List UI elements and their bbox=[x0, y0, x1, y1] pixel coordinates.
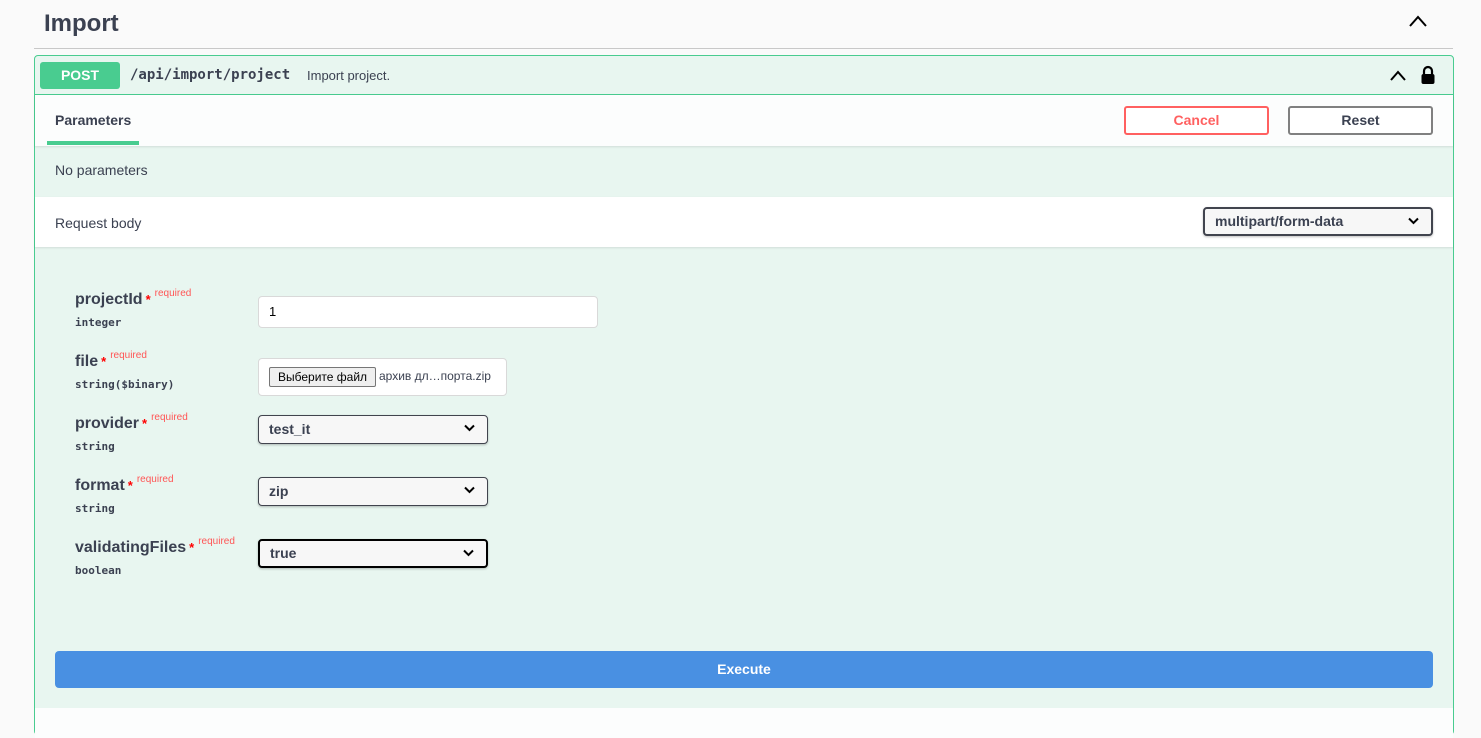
request-body-label: Request body bbox=[55, 215, 142, 231]
tab-parameters[interactable]: Parameters bbox=[55, 112, 131, 128]
tag-title[interactable]: Import bbox=[44, 10, 119, 38]
chevron-up-icon[interactable] bbox=[1389, 69, 1407, 81]
required-label: required bbox=[198, 536, 235, 547]
operation-block: POST /api/import/project Import project.… bbox=[34, 55, 1454, 738]
cancel-button[interactable]: Cancel bbox=[1124, 106, 1269, 135]
required-star: * bbox=[189, 540, 195, 555]
provider-select[interactable]: test_it bbox=[258, 415, 488, 444]
operation-description: Import project. bbox=[307, 68, 391, 83]
param-name-projectId: projectId * required bbox=[75, 288, 192, 309]
param-type: integer bbox=[75, 316, 122, 329]
chevron-up-icon[interactable] bbox=[1408, 14, 1428, 28]
chevron-down-icon bbox=[463, 549, 474, 557]
request-body-header: Request body multipart/form-data bbox=[35, 197, 1453, 247]
projectId-input[interactable]: 1 bbox=[258, 296, 598, 328]
required-star: * bbox=[127, 478, 133, 493]
active-tab-indicator bbox=[47, 141, 139, 145]
selected-value: zip bbox=[269, 483, 289, 499]
reset-button[interactable]: Reset bbox=[1288, 106, 1433, 135]
lock-icon[interactable] bbox=[1420, 65, 1436, 85]
required-star: * bbox=[101, 354, 107, 369]
param-name: projectId bbox=[75, 291, 143, 308]
selected-value: multipart/form-data bbox=[1215, 213, 1344, 229]
file-name: архив дл…порта.zip bbox=[379, 369, 491, 383]
required-star: * bbox=[142, 416, 148, 431]
selected-value: test_it bbox=[269, 421, 311, 437]
choose-file-button[interactable]: Выберите файл bbox=[269, 367, 377, 387]
chevron-down-icon bbox=[464, 486, 475, 494]
required-star: * bbox=[145, 292, 151, 307]
no-parameters-text: No parameters bbox=[55, 162, 148, 178]
method-badge: POST bbox=[40, 62, 120, 89]
param-name: file bbox=[75, 353, 99, 370]
operation-path: /api/import/project bbox=[130, 67, 291, 83]
required-label: required bbox=[154, 288, 192, 299]
param-name-format: format * required bbox=[75, 474, 174, 495]
validatingFiles-select[interactable]: true bbox=[258, 539, 488, 568]
responses-section bbox=[35, 708, 1453, 738]
param-name-file: file * required bbox=[75, 350, 147, 371]
param-name: provider bbox=[75, 415, 140, 432]
required-label: required bbox=[151, 412, 188, 423]
param-type: string bbox=[75, 440, 115, 453]
param-name-validatingFiles: validatingFiles * required bbox=[75, 536, 235, 557]
execute-button[interactable]: Execute bbox=[55, 651, 1433, 688]
content-type-select[interactable]: multipart/form-data bbox=[1203, 207, 1433, 236]
chevron-down-icon bbox=[464, 424, 475, 432]
param-name: format bbox=[75, 477, 125, 494]
divider bbox=[34, 48, 1453, 49]
required-label: required bbox=[110, 350, 147, 361]
tab-bar: Parameters Cancel Reset bbox=[35, 95, 1453, 146]
param-type: boolean bbox=[75, 564, 122, 577]
param-type: string bbox=[75, 502, 115, 515]
param-name: validatingFiles bbox=[75, 539, 187, 556]
format-select[interactable]: zip bbox=[258, 477, 488, 506]
required-label: required bbox=[136, 474, 174, 485]
operation-summary[interactable]: POST /api/import/project Import project. bbox=[35, 56, 1453, 95]
param-name-provider: provider * required bbox=[75, 412, 188, 433]
selected-value: true bbox=[270, 545, 297, 561]
file-input[interactable]: Выберите файл архив дл…порта.zip bbox=[258, 358, 507, 396]
param-type: string($binary) bbox=[75, 378, 175, 391]
chevron-down-icon bbox=[1408, 217, 1419, 225]
